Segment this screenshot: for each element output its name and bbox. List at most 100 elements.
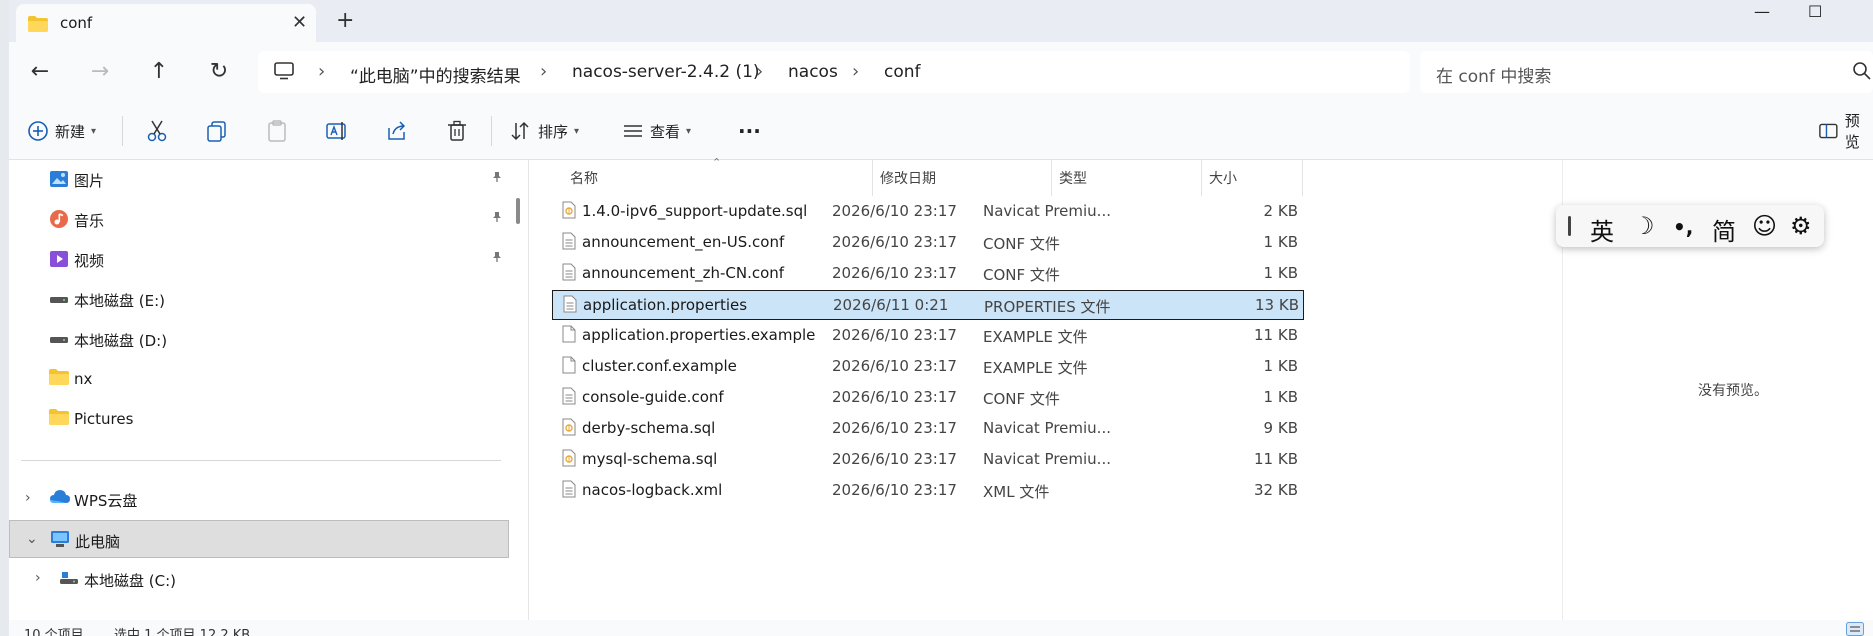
minimize-icon[interactable]: — — [1754, 2, 1770, 21]
paste-icon[interactable] — [264, 118, 290, 144]
file-size: 11 KB — [1254, 450, 1298, 468]
file-row[interactable]: announcement_en-US.conf 2026/6/10 23:17 CO… — [552, 228, 1304, 258]
breadcrumb-search-results[interactable]: “此电脑”中的搜索结果 — [350, 62, 521, 87]
chevron-down-icon[interactable]: ⌄ — [26, 531, 38, 547]
close-icon[interactable]: ✕ — [292, 12, 307, 33]
file-name: console-guide.conf — [582, 388, 724, 406]
sidebar-item-drive-d[interactable]: 本地磁盘 (D:) — [9, 320, 509, 358]
share-icon[interactable] — [384, 118, 410, 144]
file-row[interactable]: 1.4.0-ipv6_support-update.sql 2026/6/10 2… — [552, 197, 1304, 227]
column-header-size[interactable]: 大小 — [1209, 168, 1237, 188]
file-size: 1 KB — [1263, 357, 1298, 375]
video-icon — [49, 249, 69, 273]
pin-icon[interactable] — [491, 171, 503, 186]
column-separator[interactable] — [1051, 160, 1052, 196]
pin-icon[interactable] — [491, 211, 503, 226]
cut-icon[interactable] — [144, 118, 170, 144]
breadcrumb-nacos-server[interactable]: nacos-server-2.4.2 (1) — [572, 62, 760, 82]
search-box[interactable]: 在 conf 中搜索 — [1420, 51, 1873, 93]
item-count: 10 个项目 — [24, 628, 84, 636]
column-header-name[interactable]: 名称 — [570, 168, 598, 188]
forward-icon[interactable]: → — [84, 56, 116, 88]
back-icon[interactable]: ← — [24, 56, 56, 88]
moon-icon[interactable]: ☽ — [1633, 212, 1655, 240]
search-input[interactable]: 在 conf 中搜索 — [1436, 62, 1551, 87]
sidebar-item-nx[interactable]: nx — [9, 360, 509, 398]
sql-file-icon — [562, 449, 576, 471]
search-icon[interactable] — [1852, 61, 1872, 85]
new-tab-icon[interactable]: + — [336, 8, 354, 33]
column-separator[interactable] — [1302, 160, 1303, 196]
settings-icon[interactable]: ⚙ — [1790, 212, 1812, 240]
sidebar-item-pictures[interactable]: 图片 — [9, 160, 509, 198]
breadcrumb-conf[interactable]: conf — [884, 62, 921, 82]
file-row[interactable]: nacos-logback.xml 2026/6/10 23:17 XML 文件 32… — [552, 476, 1304, 506]
punctuation-icon[interactable]: •, — [1673, 215, 1693, 239]
sidebar-divider — [21, 460, 501, 461]
chevron-right-icon[interactable]: › — [25, 490, 31, 506]
pin-icon[interactable] — [491, 251, 503, 266]
sidebar-item-videos[interactable]: 视频 — [9, 240, 509, 278]
breadcrumb-separator[interactable]: › — [540, 61, 547, 82]
file-type: Navicat Premiu... — [983, 450, 1111, 468]
file-type: PROPERTIES 文件 — [984, 298, 1111, 316]
sidebar-item-pictures-folder[interactable]: Pictures — [9, 400, 509, 438]
refresh-icon[interactable]: ↻ — [203, 56, 235, 88]
sidebar-item-label: 视频 — [74, 252, 105, 270]
file-type: Navicat Premiu... — [983, 202, 1111, 220]
sidebar-item-drive-e[interactable]: 本地磁盘 (E:) — [9, 280, 509, 318]
file-row[interactable]: console-guide.conf 2026/6/10 23:17 CONF 文件… — [552, 383, 1304, 413]
file-row[interactable]: announcement_zh-CN.conf 2026/6/10 23:17 CO… — [552, 259, 1304, 289]
pane-divider[interactable] — [528, 160, 529, 620]
rename-icon[interactable] — [324, 118, 350, 144]
toolbar-divider — [122, 116, 123, 146]
chevron-down-icon: ▾ — [91, 125, 97, 137]
breadcrumb-separator[interactable]: › — [852, 61, 859, 82]
file-row[interactable]: application.properties.example 2026/6/10 … — [552, 321, 1304, 351]
ime-language-toggle[interactable]: 英 — [1590, 212, 1614, 247]
file-size: 1 KB — [1263, 388, 1298, 406]
preview-pane-button[interactable]: 预览 — [1818, 112, 1873, 151]
sidebar-item-this-pc[interactable]: ⌄ 此电脑 — [9, 520, 509, 558]
chevron-right-icon[interactable]: › — [35, 570, 41, 586]
file-row[interactable]: derby-schema.sql 2026/6/10 23:17 Navicat P… — [552, 414, 1304, 444]
file-row[interactable]: application.properties 2026/6/11 0:21 PROP… — [552, 290, 1304, 320]
sort-button[interactable]: 排序 ▾ — [510, 118, 579, 144]
preview-label: 预览 — [1844, 112, 1860, 151]
copy-icon[interactable] — [204, 118, 230, 144]
details-view-icon[interactable] — [1846, 622, 1864, 636]
pictures-icon — [49, 169, 69, 193]
drag-handle[interactable] — [1568, 216, 1571, 236]
sql-file-icon — [562, 418, 576, 440]
sidebar-scrollbar[interactable] — [516, 198, 520, 224]
ime-simplified-toggle[interactable]: 简 — [1712, 212, 1736, 247]
breadcrumb-separator[interactable]: › — [756, 61, 763, 82]
view-button[interactable]: 查看 ▾ — [622, 118, 691, 144]
tab-title: conf — [60, 14, 93, 32]
column-header-type[interactable]: 类型 — [1059, 168, 1087, 188]
text-file-icon — [562, 232, 576, 254]
delete-icon[interactable] — [444, 118, 470, 144]
file-date: 2026/6/11 0:21 — [833, 296, 949, 314]
column-separator[interactable] — [1201, 160, 1202, 196]
breadcrumb-separator[interactable]: › — [318, 61, 325, 82]
file-size: 13 KB — [1255, 296, 1299, 314]
breadcrumb-nacos[interactable]: nacos — [788, 62, 838, 82]
file-type: EXAMPLE 文件 — [983, 328, 1088, 346]
sidebar-item-wps-cloud[interactable]: › WPS云盘 — [9, 480, 509, 518]
emoji-icon[interactable]: ☺ — [1752, 212, 1777, 240]
file-type: EXAMPLE 文件 — [983, 359, 1088, 377]
sidebar-item-drive-c[interactable]: › 本地磁盘 (C:) — [9, 560, 509, 598]
column-header-date[interactable]: 修改日期 — [880, 168, 936, 188]
up-icon[interactable]: ↑ — [143, 56, 175, 88]
sidebar-item-music[interactable]: 音乐 — [9, 200, 509, 238]
more-button[interactable]: ··· — [738, 118, 761, 144]
column-separator[interactable] — [872, 160, 873, 196]
new-button[interactable]: 新建 ▾ — [27, 118, 96, 144]
address-bar[interactable]: › “此电脑”中的搜索结果 › nacos-server-2.4.2 (1) ›… — [258, 51, 1410, 93]
folder-icon — [49, 369, 69, 389]
tab-conf[interactable]: conf ✕ — [16, 4, 316, 42]
file-row[interactable]: mysql-schema.sql 2026/6/10 23:17 Navicat P… — [552, 445, 1304, 475]
maximize-icon[interactable]: ☐ — [1808, 2, 1822, 21]
file-row[interactable]: cluster.conf.example 2026/6/10 23:17 EXAMP… — [552, 352, 1304, 382]
